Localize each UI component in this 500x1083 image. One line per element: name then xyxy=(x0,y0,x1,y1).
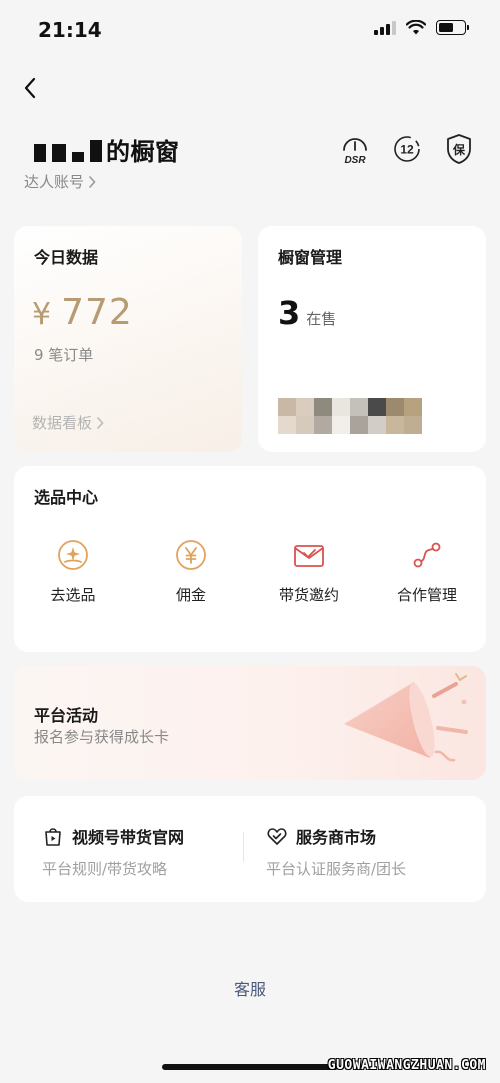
platform-activity-title: 平台活动 xyxy=(34,706,99,725)
shop-title-text: 的橱窗 xyxy=(106,137,180,166)
service-market-title: 服务商市场 xyxy=(296,828,377,847)
invitation-button[interactable]: 带货邀约 xyxy=(250,538,368,605)
dsr-label: DSR xyxy=(344,155,366,166)
guarantee-label: 保 xyxy=(452,142,466,157)
back-button[interactable] xyxy=(16,74,44,102)
today-data-title: 今日数据 xyxy=(34,248,99,267)
status-time: 21:14 xyxy=(38,18,102,42)
order-count: 9 笔订单 xyxy=(34,346,94,364)
heart-handshake-icon xyxy=(267,828,287,845)
commission-label: 佣金 xyxy=(175,586,206,604)
twelve-badge-icon[interactable]: 12 xyxy=(392,132,422,166)
chevron-right-icon xyxy=(97,416,104,429)
cooperation-link-icon xyxy=(410,538,444,572)
official-links-card: 视频号带货官网 平台规则/带货攻略 服务商市场 平台认证服务商/团长 xyxy=(14,796,486,902)
today-data-card[interactable]: 今日数据 ¥ 772 9 笔订单 数据看板 xyxy=(14,226,242,452)
service-market-link[interactable]: 服务商市场 平台认证服务商/团长 xyxy=(266,824,406,879)
invitation-envelope-icon xyxy=(292,538,326,572)
watermark-text: GUOWAIWANGZHUAN.COM xyxy=(327,1058,486,1073)
invitation-label: 带货邀约 xyxy=(278,586,339,604)
data-dashboard-label: 数据看板 xyxy=(32,414,93,432)
select-center-title: 选品中心 xyxy=(34,488,99,507)
megaphone-illustration xyxy=(344,673,468,762)
platform-activity-card[interactable]: 平台活动 报名参与获得成长卡 xyxy=(14,666,486,780)
masked-account-name xyxy=(34,136,102,162)
status-bar: 21:14 xyxy=(0,0,500,60)
account-type-label: 达人账号 xyxy=(24,173,85,191)
channels-official-site-link[interactable]: 视频号带货官网 平台规则/带货攻略 xyxy=(42,824,184,879)
status-icons xyxy=(374,20,469,35)
customer-service-link[interactable]: 客服 xyxy=(0,976,500,1000)
data-dashboard-link[interactable]: 数据看板 xyxy=(32,412,104,433)
amount-value: 772 xyxy=(61,292,133,333)
badges: DSR 12 保 xyxy=(340,132,474,166)
service-market-subtitle: 平台认证服务商/团长 xyxy=(266,860,407,878)
on-sale-number: 3 xyxy=(278,294,301,332)
links-divider xyxy=(243,832,244,862)
chevron-left-icon xyxy=(24,77,36,99)
shopping-bag-video-icon xyxy=(45,828,61,846)
on-sale-label: 在售 xyxy=(306,310,337,328)
window-page: 21:14 的橱窗 达人账号 DSR 12 保 今日数据 ¥ 772 9 笔订单… xyxy=(0,0,500,1083)
wifi-icon xyxy=(406,20,426,35)
on-sale-count: 3 在售 xyxy=(278,294,336,332)
select-center-card: 选品中心 去选品 佣金 带货邀约 合作管理 xyxy=(14,466,486,652)
select-product-label: 去选品 xyxy=(50,586,96,604)
twelve-label: 12 xyxy=(400,143,414,157)
cooperation-management-label: 合作管理 xyxy=(396,586,457,604)
home-indicator[interactable] xyxy=(162,1064,338,1070)
shield-guarantee-icon[interactable]: 保 xyxy=(444,132,474,166)
window-management-card[interactable]: 橱窗管理 3 在售 xyxy=(258,226,486,452)
window-management-title: 橱窗管理 xyxy=(278,248,343,267)
commission-yen-icon xyxy=(174,538,208,572)
battery-icon xyxy=(436,20,469,35)
today-amount: ¥ 772 xyxy=(32,292,133,333)
dsr-gauge-icon[interactable]: DSR xyxy=(340,132,370,166)
select-product-button[interactable]: 去选品 xyxy=(14,538,132,605)
chevron-right-icon xyxy=(89,175,96,188)
product-thumbnails-blurred xyxy=(278,398,422,434)
commission-button[interactable]: 佣金 xyxy=(132,538,250,605)
channels-official-site-subtitle: 平台规则/带货攻略 xyxy=(42,860,168,878)
select-center-grid: 去选品 佣金 带货邀约 合作管理 xyxy=(14,538,486,605)
currency-symbol: ¥ xyxy=(32,297,52,332)
shop-title: 的橱窗 xyxy=(34,132,180,166)
platform-activity-subtitle: 报名参与获得成长卡 xyxy=(34,728,170,746)
cooperation-management-button[interactable]: 合作管理 xyxy=(368,538,486,605)
account-type-link[interactable]: 达人账号 xyxy=(24,171,96,192)
cellular-signal-icon xyxy=(374,20,396,35)
channels-official-site-title: 视频号带货官网 xyxy=(72,828,185,847)
select-product-icon xyxy=(56,538,90,572)
